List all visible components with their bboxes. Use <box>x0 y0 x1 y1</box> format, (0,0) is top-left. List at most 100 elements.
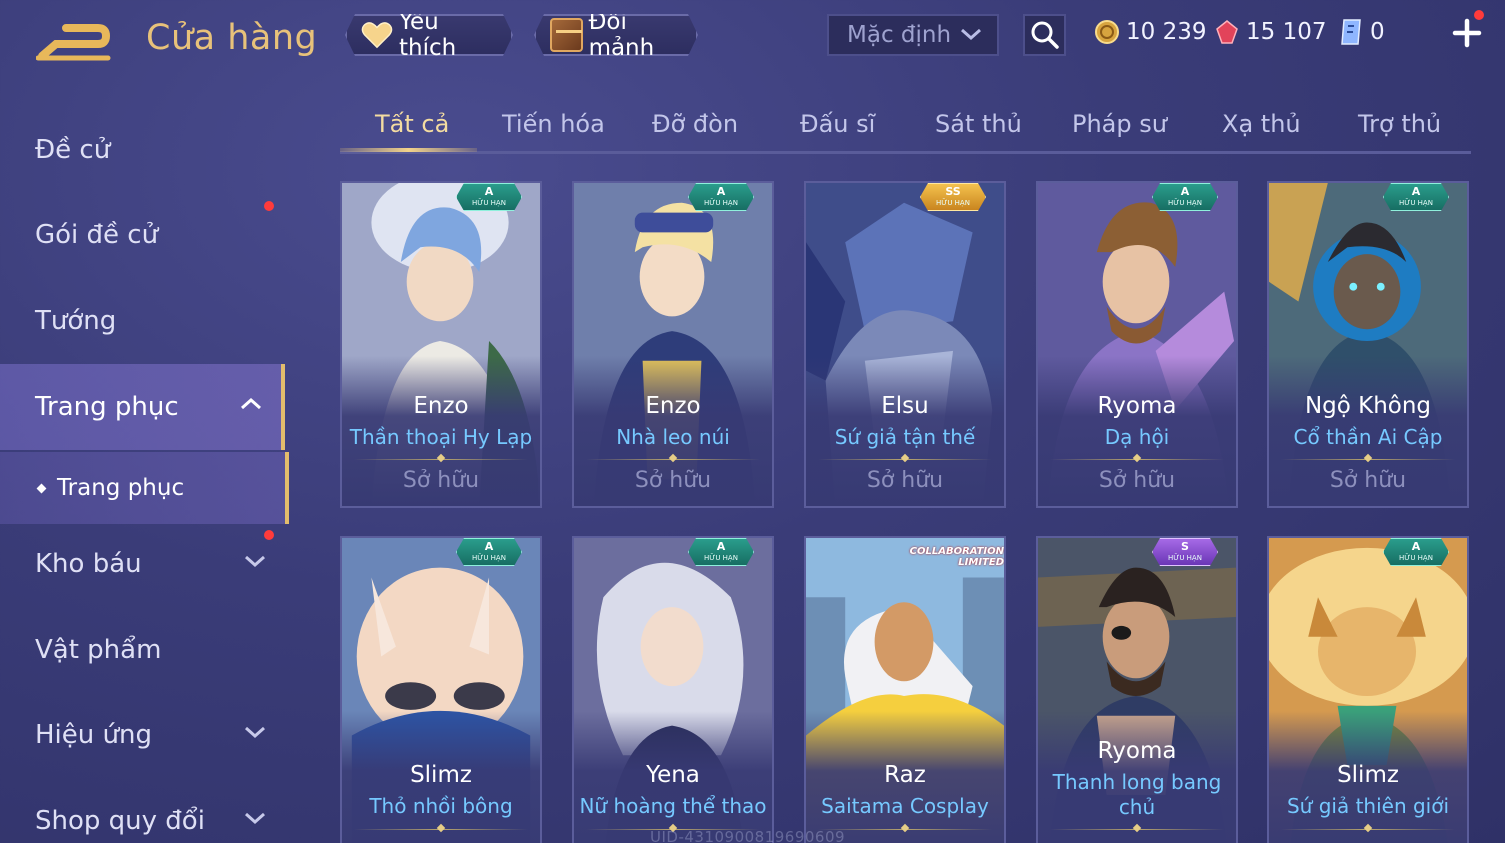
voucher-amount: 0 <box>1370 19 1385 45</box>
gold-amount: 10 239 <box>1126 19 1207 45</box>
collab-label: COLLABORATION <box>909 546 1004 557</box>
sidebar-item-items[interactable]: Vật phẩm <box>0 607 285 693</box>
tab-tank[interactable]: Đỡ đòn <box>652 110 738 138</box>
sidebar-item-label: Đề cử <box>35 135 111 165</box>
favorites-label: Yêu thích <box>398 9 457 61</box>
sidebar-item-bundles[interactable]: Gói đề cử <box>0 192 285 278</box>
back-button[interactable] <box>35 18 114 64</box>
rank-badge: A HỮU HẠN <box>688 538 754 566</box>
sidebar-item-effects[interactable]: Hiệu ứng <box>0 692 285 778</box>
rank-label: A <box>1180 185 1190 198</box>
skin-name: Nữ hoàng thể thao <box>579 794 767 818</box>
page-title: Cửa hàng <box>146 18 318 58</box>
exchange-label: Đổi mảnh <box>588 9 655 61</box>
hero-name: Raz <box>884 762 926 788</box>
owned-status: Sở hữu <box>402 468 480 493</box>
card-divider <box>1281 459 1455 460</box>
skin-card[interactable]: A HỮU HẠN Slimz Thỏ nhồi bông <box>340 536 542 843</box>
role-tabs: Tất cả Tiến hóa Đỡ đòn Đấu sĩ Sát thủ Ph… <box>340 100 1471 154</box>
rank-badge: A HỮU HẠN <box>688 183 754 211</box>
favorites-button[interactable]: Yêu thích <box>345 14 513 56</box>
ruby-amount: 15 107 <box>1246 19 1327 45</box>
limited-label: HỮU HẠN <box>472 199 506 207</box>
search-icon <box>1031 21 1059 49</box>
top-bar: Cửa hàng Yêu thích Đổi mảnh Mặc định 10 … <box>0 0 1505 80</box>
rank-label: A <box>716 185 726 198</box>
skin-card[interactable]: A HỮU HẠN Ngộ Không Cổ thần Ai Cập Sở hữ… <box>1267 181 1469 508</box>
voucher-icon <box>1341 19 1361 45</box>
skin-name: Sứ giả thiên giới <box>1286 794 1450 818</box>
rank-label: S <box>1181 540 1189 553</box>
tab-assassin[interactable]: Sát thủ <box>935 110 1022 138</box>
notification-dot <box>264 530 274 540</box>
limited-label: HỮU HẠN <box>704 199 738 207</box>
sidebar-subitem-skins[interactable]: Trang phục <box>0 452 289 524</box>
sidebar-subitem-label: Trang phục <box>57 475 185 501</box>
skin-card[interactable]: S HỮU HẠN Ryoma Thanh long bang chủ <box>1036 536 1238 843</box>
tab-mage[interactable]: Pháp sư <box>1072 110 1167 138</box>
tab-fighter[interactable]: Đấu sĩ <box>800 110 875 138</box>
skin-card[interactable]: A HỮU HẠN Slimz Sứ giả thiên giới <box>1267 536 1469 843</box>
bullet-icon <box>36 483 47 493</box>
rank-badge: A HỮU HẠN <box>1383 183 1449 211</box>
tab-marksman[interactable]: Xạ thủ <box>1222 110 1301 138</box>
skin-card[interactable]: A HỮU HẠN Enzo Nhà leo núi Sở hữu <box>572 181 774 508</box>
skin-card[interactable]: COLLABORATION LIMITED Raz Saitama Cospla… <box>804 536 1006 843</box>
skin-name: Thỏ nhồi bông <box>369 794 513 818</box>
rank-badge: A HỮU HẠN <box>1383 538 1449 566</box>
card-divider <box>1281 829 1455 830</box>
skin-name: Thần thoại Hy Lạp <box>349 425 533 449</box>
limited-label: HỮU HẠN <box>1399 554 1433 562</box>
owned-status: Sở hữu <box>866 468 944 493</box>
owned-status: Sở hữu <box>1329 468 1407 493</box>
card-divider <box>1050 829 1224 830</box>
tab-evolution[interactable]: Tiến hóa <box>502 110 605 138</box>
rank-label: A <box>1411 185 1421 198</box>
card-divider <box>818 459 992 460</box>
exchange-fragments-button[interactable]: Đổi mảnh <box>534 14 698 56</box>
sidebar-item-label: Gói đề cử <box>35 220 159 250</box>
limited-label: HỮU HẠN <box>936 199 970 207</box>
sidebar-item-heroes[interactable]: Tướng <box>0 278 285 364</box>
notification-dot <box>264 201 274 211</box>
tab-support[interactable]: Trợ thủ <box>1358 110 1441 138</box>
skin-name: Cổ thần Ai Cập <box>1293 425 1443 449</box>
sidebar-item-skins[interactable]: Trang phục <box>0 364 285 450</box>
gold-coin-icon <box>1095 20 1119 44</box>
skin-card[interactable]: A HỮU HẠN Enzo Thần thoại Hy Lạp Sở hữu <box>340 181 542 508</box>
plus-icon <box>1452 18 1482 48</box>
hero-name: Slimz <box>1337 762 1399 788</box>
rank-label: A <box>1411 540 1421 553</box>
sidebar-item-treasure[interactable]: Kho báu <box>0 521 285 607</box>
chevron-up-icon <box>241 397 261 410</box>
rank-badge: SS HỮU HẠN <box>920 183 986 211</box>
sort-dropdown[interactable]: Mặc định <box>827 14 999 56</box>
card-divider <box>586 459 760 460</box>
sidebar-item-featured[interactable]: Đề cử <box>0 107 285 193</box>
skin-card[interactable]: SS HỮU HẠN Elsu Sứ giả tận thế Sở hữu <box>804 181 1006 508</box>
sidebar-item-label: Hiệu ứng <box>35 720 152 750</box>
search-button[interactable] <box>1023 14 1066 56</box>
sort-value: Mặc định <box>847 22 952 48</box>
owned-status: Sở hữu <box>634 468 712 493</box>
skin-name-line1: Thanh long bang <box>1052 770 1222 794</box>
rank-label: A <box>484 540 494 553</box>
hero-name: Enzo <box>645 393 701 419</box>
rank-label: A <box>484 185 494 198</box>
limited-label: HỮU HẠN <box>1168 199 1202 207</box>
sidebar-item-label: Vật phẩm <box>35 635 162 665</box>
back-arrow-icon <box>35 24 111 61</box>
skin-card[interactable]: A HỮU HẠN Yena Nữ hoàng thể thao <box>572 536 774 843</box>
owned-status: Sở hữu <box>1098 468 1176 493</box>
rank-badge: A HỮU HẠN <box>456 538 522 566</box>
skin-card[interactable]: A HỮU HẠN Ryoma Dạ hội Sở hữu <box>1036 181 1238 508</box>
top-up-button[interactable] <box>1449 15 1485 51</box>
voucher-balance: 0 <box>1338 16 1385 48</box>
tab-all[interactable]: Tất cả <box>375 110 449 138</box>
sidebar-item-exchange-shop[interactable]: Shop quy đổi <box>0 778 285 843</box>
rank-badge: S HỮU HẠN <box>1152 538 1218 566</box>
rank-label: A <box>716 540 726 553</box>
hero-name: Yena <box>646 762 700 788</box>
skin-name: Saitama Cosplay <box>821 794 989 818</box>
hero-name: Ryoma <box>1097 393 1177 419</box>
